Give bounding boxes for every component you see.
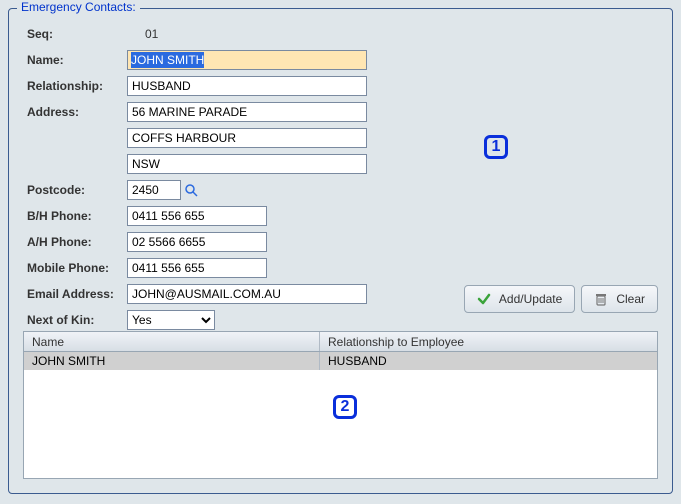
callout-2: 2	[333, 395, 357, 419]
table-header: Name Relationship to Employee	[24, 332, 657, 352]
address-line1-field[interactable]	[127, 102, 367, 122]
relationship-label: Relationship:	[23, 79, 127, 93]
cell-relationship: HUSBAND	[320, 352, 657, 370]
form-area: Seq: 01 Name: JOHN SMITH Relationship: A…	[17, 17, 664, 331]
col-header-relationship[interactable]: Relationship to Employee	[320, 332, 657, 351]
postcode-field[interactable]	[127, 180, 181, 200]
bh-phone-label: B/H Phone:	[23, 209, 127, 223]
ah-phone-field[interactable]	[127, 232, 267, 252]
address-line2-field[interactable]	[127, 128, 367, 148]
name-field-value: JOHN SMITH	[131, 52, 204, 68]
postcode-label: Postcode:	[23, 183, 127, 197]
callout-1: 1	[484, 135, 508, 159]
mobile-phone-label: Mobile Phone:	[23, 261, 127, 275]
clear-label: Clear	[616, 292, 645, 306]
col-header-name[interactable]: Name	[24, 332, 320, 351]
mobile-phone-field[interactable]	[127, 258, 267, 278]
emergency-contacts-group: Emergency Contacts: Seq: 01 Name: JOHN S…	[8, 8, 673, 494]
add-update-label: Add/Update	[499, 292, 562, 306]
check-icon	[477, 292, 491, 306]
cell-name: JOHN SMITH	[24, 352, 320, 370]
email-label: Email Address:	[23, 287, 127, 301]
postcode-lookup-icon[interactable]	[183, 182, 199, 198]
group-legend: Emergency Contacts:	[17, 0, 140, 14]
next-of-kin-select[interactable]: Yes	[127, 310, 215, 330]
seq-value: 01	[127, 27, 158, 41]
clear-button[interactable]: Clear	[581, 285, 658, 313]
trash-icon	[594, 292, 608, 306]
relationship-field[interactable]	[127, 76, 367, 96]
address-line3-field[interactable]	[127, 154, 367, 174]
email-field[interactable]	[127, 284, 367, 304]
action-buttons: Add/Update Clear	[464, 285, 658, 313]
next-of-kin-label: Next of Kin:	[23, 313, 127, 327]
table-row[interactable]: JOHN SMITH HUSBAND	[24, 352, 657, 370]
bh-phone-field[interactable]	[127, 206, 267, 226]
name-label: Name:	[23, 53, 127, 67]
seq-label: Seq:	[23, 27, 127, 41]
add-update-button[interactable]: Add/Update	[464, 285, 575, 313]
address-label: Address:	[23, 105, 127, 119]
ah-phone-label: A/H Phone:	[23, 235, 127, 249]
